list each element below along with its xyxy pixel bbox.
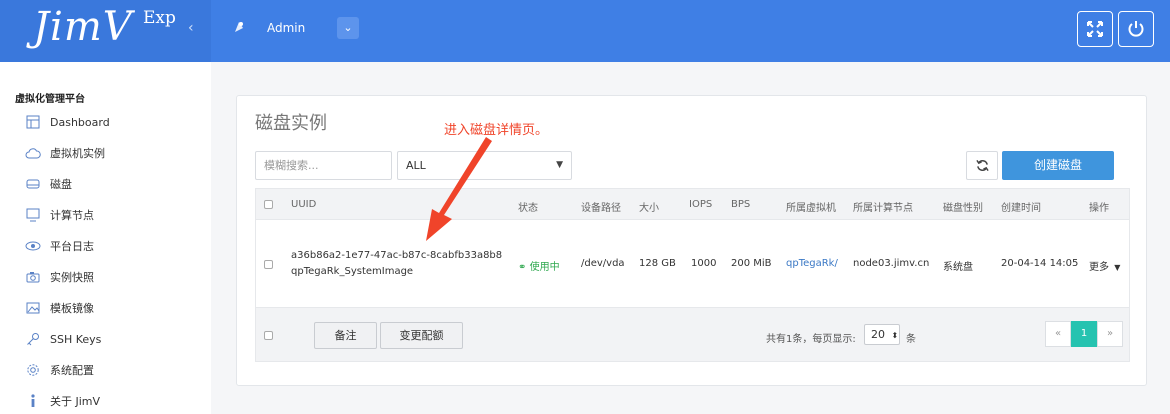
col-actions: 操作 (1089, 203, 1109, 214)
sidebar-item-snapshots[interactable]: 实例快照 (24, 267, 204, 287)
status-text: 使用中 (529, 262, 560, 273)
logo-area: JimV Exp ‹ (0, 0, 211, 62)
info-icon (24, 393, 42, 409)
page-title: 磁盘实例 (255, 113, 327, 134)
disk-iops: 1000 (691, 258, 717, 269)
gear-icon (24, 362, 42, 378)
select-all-checkbox[interactable] (264, 200, 273, 209)
created-time: 20-04-14 14:05 (1001, 258, 1079, 269)
sidebar-item-vm-instances[interactable]: 虚拟机实例 (24, 143, 204, 163)
page-1-button[interactable]: 1 (1071, 321, 1097, 347)
eye-icon (24, 238, 42, 254)
refresh-icon (975, 159, 989, 172)
logo[interactable]: JimV (33, 4, 133, 50)
col-status: 状态 (518, 203, 538, 214)
row-checkbox[interactable] (264, 260, 273, 269)
sidebar-item-label: Dashboard (50, 115, 110, 129)
cloud-icon (24, 145, 42, 161)
sidebar-item-disks[interactable]: 磁盘 (24, 174, 204, 194)
page-size-unit: 条 (906, 334, 916, 345)
table-footer: 备注 变更配额 共有1条，每页显示: 20 ⬍ 条 « 1 » (255, 307, 1130, 362)
col-device: 设备路径 (581, 203, 621, 214)
next-page-button[interactable]: » (1097, 321, 1123, 347)
col-disk-type: 磁盘性别 (943, 203, 983, 214)
create-disk-button[interactable]: 创建磁盘 (1002, 151, 1114, 180)
main-content: 磁盘实例 模糊搜索... ALL ▼ 创建磁盘 UUID 状态 设备路径 大小 … (211, 62, 1170, 414)
table-header: UUID 状态 设备路径 大小 IOPS BPS 所属虚拟机 所属计算节点 磁盘… (255, 188, 1130, 220)
monitor-icon (24, 207, 42, 223)
sidebar-item-system-config[interactable]: 系统配置 (24, 360, 204, 380)
col-bps: BPS (731, 199, 751, 210)
sidebar-item-template-images[interactable]: 模板镜像 (24, 298, 204, 318)
sidebar-item-dashboard[interactable]: Dashboard (24, 112, 204, 132)
fullscreen-button[interactable] (1077, 11, 1113, 47)
sidebar-title: 虚拟化管理平台 (15, 94, 85, 105)
page-size-value: 20 (871, 328, 885, 341)
col-vm: 所属虚拟机 (786, 203, 836, 214)
more-actions-label: 更多 (1089, 262, 1109, 273)
disk-label: qpTegaRk_SystemImage (291, 266, 414, 277)
logo-edition: Exp (143, 8, 176, 28)
node-name: node03.jimv.cn (853, 258, 930, 269)
prev-page-button[interactable]: « (1045, 321, 1071, 347)
total-count-text: 共有1条，每页显示: (766, 334, 856, 345)
annotation-arrow (426, 137, 492, 241)
change-quota-button[interactable]: 变更配额 (380, 322, 463, 349)
sidebar-item-ssh-keys[interactable]: SSH Keys (24, 329, 204, 349)
col-iops: IOPS (689, 199, 713, 210)
status-badge: ⚭ 使用中 (518, 258, 560, 273)
sidebar-item-label: 磁盘 (50, 178, 72, 191)
refresh-button[interactable] (966, 151, 998, 180)
top-header: JimV Exp ‹ Admin ⌄ (0, 0, 1170, 62)
remark-button[interactable]: 备注 (314, 322, 377, 349)
caret-down-icon: ▼ (556, 160, 563, 170)
sidebar-item-compute-nodes[interactable]: 计算节点 (24, 205, 204, 225)
disk-type: 系统盘 (943, 262, 973, 273)
col-size: 大小 (639, 203, 659, 214)
chevron-down-icon[interactable]: ⌄ (337, 17, 359, 39)
dashboard-icon (24, 114, 42, 130)
sidebar: 虚拟化管理平台 Dashboard 虚拟机实例 磁盘 计算节点 平台日志 实例快 (0, 62, 211, 414)
col-created: 创建时间 (1001, 203, 1041, 214)
disk-bps: 200 MiB (731, 258, 772, 269)
disk-size: 128 GB (639, 258, 676, 269)
vm-link[interactable]: qpTegaRk/ (786, 258, 838, 269)
sidebar-item-label: 系统配置 (50, 364, 94, 377)
sidebar-item-label: 模板镜像 (50, 302, 94, 315)
image-icon (24, 300, 42, 316)
fullscreen-icon (1087, 21, 1103, 37)
disk-uuid-link[interactable]: a36b86a2-1e77-47ac-b87c-8cabfb33a8b8 (291, 250, 502, 261)
footer-select-all-checkbox[interactable] (264, 331, 273, 340)
page-size-select[interactable]: 20 ⬍ (864, 324, 900, 345)
spinner-icon: ⬍ (891, 331, 899, 340)
sidebar-item-label: 平台日志 (50, 240, 94, 253)
sidebar-item-platform-logs[interactable]: 平台日志 (24, 236, 204, 256)
logout-button[interactable] (1118, 11, 1154, 47)
link-icon: ⚭ (518, 262, 527, 273)
caret-down-icon: ▼ (1114, 263, 1121, 272)
power-icon (1128, 21, 1144, 37)
sidebar-item-label: 计算节点 (50, 209, 94, 222)
sidebar-item-about[interactable]: 关于 JimV (24, 391, 204, 411)
more-actions-dropdown[interactable]: 更多 ▼ (1089, 258, 1120, 273)
user-name[interactable]: Admin (267, 21, 305, 35)
disk-icon (24, 176, 42, 192)
sidebar-item-label: 关于 JimV (50, 395, 101, 408)
menu-collapse-icon[interactable]: ‹ (188, 20, 194, 36)
col-uuid: UUID (291, 199, 317, 210)
device-path: /dev/vda (581, 258, 625, 269)
disk-panel: 磁盘实例 模糊搜索... ALL ▼ 创建磁盘 UUID 状态 设备路径 大小 … (236, 95, 1147, 386)
user-icon (232, 20, 246, 38)
sidebar-item-label: 实例快照 (50, 271, 94, 284)
sidebar-item-label: 虚拟机实例 (50, 147, 105, 160)
camera-icon (24, 269, 42, 285)
col-node: 所属计算节点 (853, 203, 913, 214)
sidebar-item-label: SSH Keys (50, 332, 102, 346)
key-icon (24, 331, 42, 347)
table-row: a36b86a2-1e77-47ac-b87c-8cabfb33a8b8 qpT… (255, 220, 1130, 307)
search-input[interactable]: 模糊搜索... (255, 151, 392, 180)
